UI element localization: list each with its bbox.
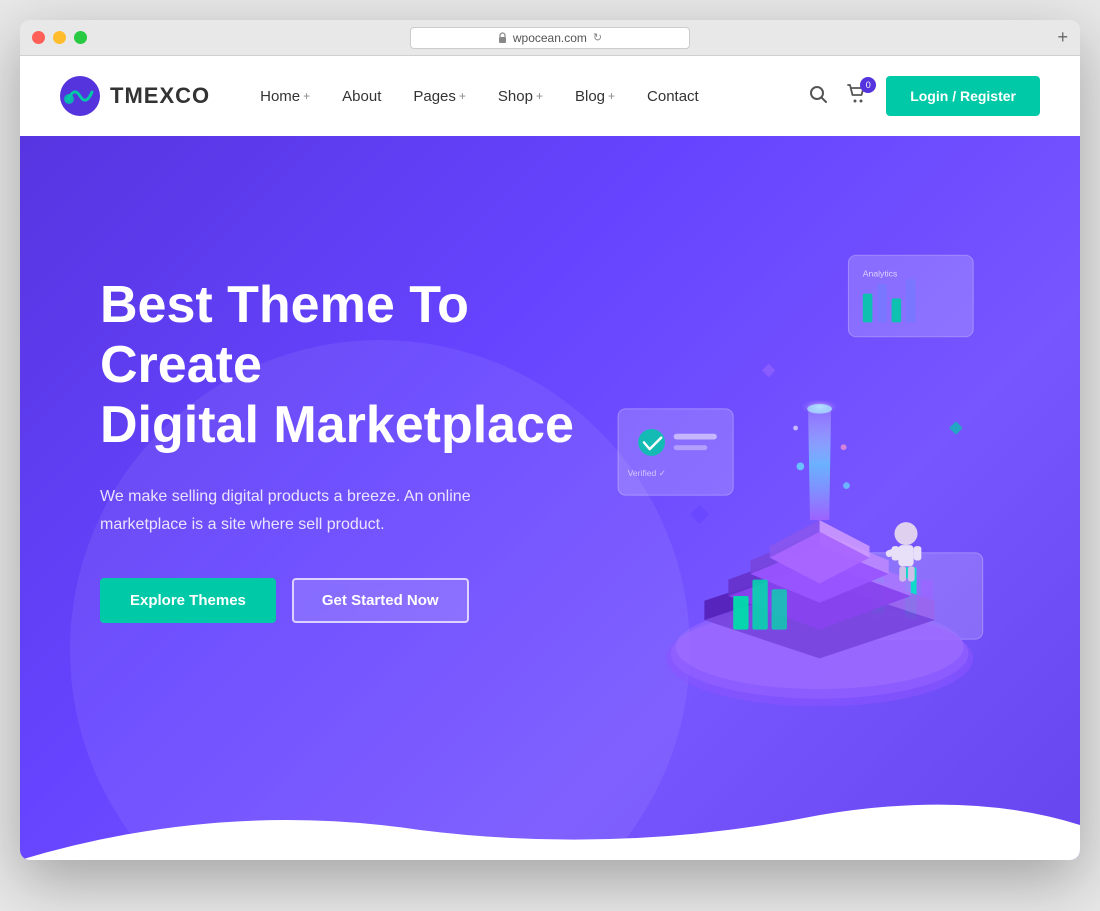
svg-text:Verified ✓: Verified ✓ — [628, 468, 666, 478]
hero-content: Best Theme To Create Digital Marketplace… — [100, 216, 620, 623]
nav-contact-label: Contact — [647, 88, 699, 105]
get-started-button[interactable]: Get Started Now — [292, 578, 469, 623]
login-register-button[interactable]: Login / Register — [886, 76, 1040, 116]
isometric-scene-svg: Analytics Verified ✓ — [600, 236, 1020, 716]
add-tab-button[interactable]: + — [1057, 27, 1068, 48]
website-content: TMEXCO Home + About Pages + Shop + — [20, 56, 1080, 860]
titlebar: wpocean.com ↻ + — [20, 20, 1080, 56]
nav-pages-label: Pages — [413, 88, 456, 105]
nav-item-about[interactable]: About — [342, 88, 381, 105]
maximize-button[interactable] — [74, 31, 87, 44]
logo[interactable]: TMEXCO — [60, 76, 210, 116]
nav-blog-plus: + — [608, 89, 615, 103]
hero-subtitle: We make selling digital products a breez… — [100, 483, 480, 537]
logo-text: TMEXCO — [110, 83, 210, 109]
hero-illustration: Analytics Verified ✓ — [620, 216, 1000, 860]
refresh-icon[interactable]: ↻ — [593, 31, 602, 44]
cart-badge: 0 — [860, 77, 876, 93]
nav-home-label: Home — [260, 88, 300, 105]
minimize-button[interactable] — [53, 31, 66, 44]
explore-themes-button[interactable]: Explore Themes — [100, 578, 276, 623]
hero-section: Best Theme To Create Digital Marketplace… — [20, 136, 1080, 860]
hero-title-line1: Best Theme To Create — [100, 276, 469, 394]
nav-shop-label: Shop — [498, 88, 533, 105]
url-text: wpocean.com — [513, 31, 587, 45]
nav-item-blog[interactable]: Blog + — [575, 88, 615, 105]
search-icon[interactable] — [808, 84, 828, 109]
nav-pages-plus: + — [459, 89, 466, 103]
hero-title: Best Theme To Create Digital Marketplace — [100, 276, 620, 455]
nav-item-contact[interactable]: Contact — [647, 88, 699, 105]
navigation-bar: TMEXCO Home + About Pages + Shop + — [20, 56, 1080, 136]
nav-item-shop[interactable]: Shop + — [498, 88, 543, 105]
nav-shop-plus: + — [536, 89, 543, 103]
nav-actions: 0 Login / Register — [808, 76, 1040, 116]
url-bar[interactable]: wpocean.com ↻ — [410, 27, 690, 49]
window-controls — [32, 31, 87, 44]
nav-item-home[interactable]: Home + — [260, 88, 310, 105]
hero-title-line2: Digital Marketplace — [100, 396, 574, 454]
nav-menu: Home + About Pages + Shop + Blog + — [260, 88, 808, 105]
nav-blog-label: Blog — [575, 88, 605, 105]
hero-buttons: Explore Themes Get Started Now — [100, 578, 620, 623]
nav-home-plus: + — [303, 89, 310, 103]
nav-about-label: About — [342, 88, 381, 105]
close-button[interactable] — [32, 31, 45, 44]
lock-icon — [498, 32, 507, 43]
browser-window: wpocean.com ↻ + TMEXCO Home + — [20, 20, 1080, 860]
logo-icon — [60, 76, 100, 116]
svg-text:Analytics: Analytics — [863, 268, 898, 278]
cart-button[interactable]: 0 — [846, 83, 868, 110]
nav-item-pages[interactable]: Pages + — [413, 88, 466, 105]
